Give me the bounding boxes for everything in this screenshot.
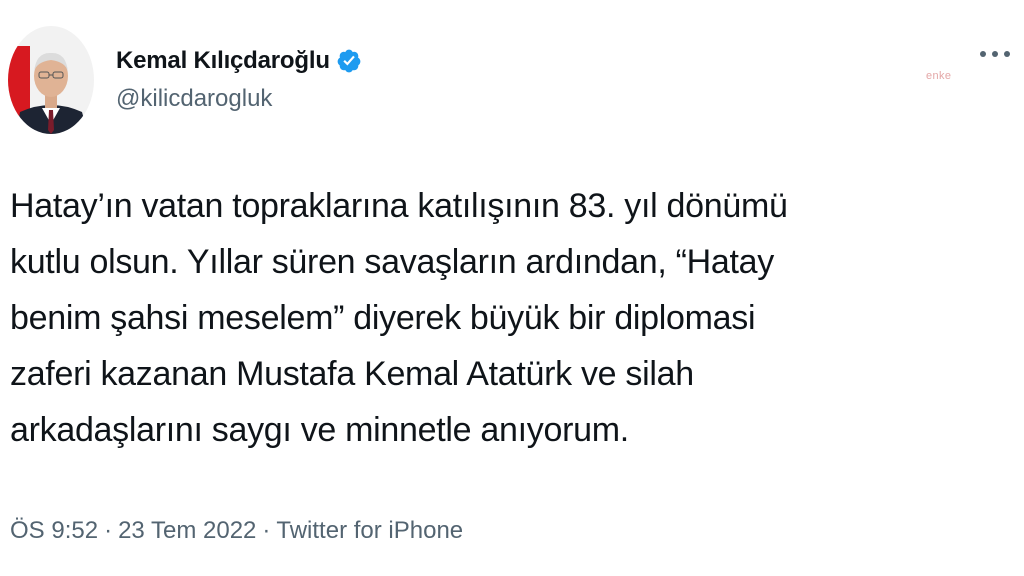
name-row: Kemal Kılıçdaroğlu bbox=[116, 47, 362, 75]
meta-separator: · bbox=[104, 517, 113, 544]
meta-separator: · bbox=[262, 517, 271, 544]
avatar[interactable] bbox=[8, 26, 94, 134]
tweet-text-line: benim şahsi meselem” diyerek büyük bir d… bbox=[10, 299, 756, 337]
tweet-source: Twitter for iPhone bbox=[276, 517, 464, 544]
author-handle[interactable]: @kilicdarogluk bbox=[116, 85, 362, 113]
tweet-meta: ÖS 9:52 · 23 Tem 2022 · Twitter for iPho… bbox=[10, 517, 463, 545]
tweet-text-line: arkadaşlarını saygı ve minnetle anıyorum… bbox=[10, 411, 629, 449]
tweet-header: Kemal Kılıçdaroğlu @kilicdarogluk bbox=[8, 26, 362, 134]
tweet-text-line: Hatay’ın vatan topraklarına katılışının … bbox=[10, 187, 788, 225]
tweet-text: Hatay’ın vatan topraklarına katılışının … bbox=[10, 178, 1010, 458]
avatar-image bbox=[8, 26, 94, 134]
more-options-icon[interactable] bbox=[978, 46, 1012, 62]
tweet-text-line: kutlu olsun. Yıllar süren savaşların ard… bbox=[10, 243, 774, 281]
author-names: Kemal Kılıçdaroğlu @kilicdarogluk bbox=[116, 47, 362, 113]
tweet-time[interactable]: ÖS 9:52 bbox=[10, 517, 98, 545]
author-display-name[interactable]: Kemal Kılıçdaroğlu bbox=[116, 47, 330, 75]
tweet-text-line: zaferi kazanan Mustafa Kemal Atatürk ve … bbox=[10, 355, 694, 393]
tweet-card: Kemal Kılıçdaroğlu @kilicdarogluk enke H… bbox=[0, 0, 1024, 576]
watermark-logo: enke bbox=[926, 70, 952, 82]
verified-badge-icon bbox=[336, 48, 362, 74]
tweet-date[interactable]: 23 Tem 2022 bbox=[118, 517, 256, 545]
